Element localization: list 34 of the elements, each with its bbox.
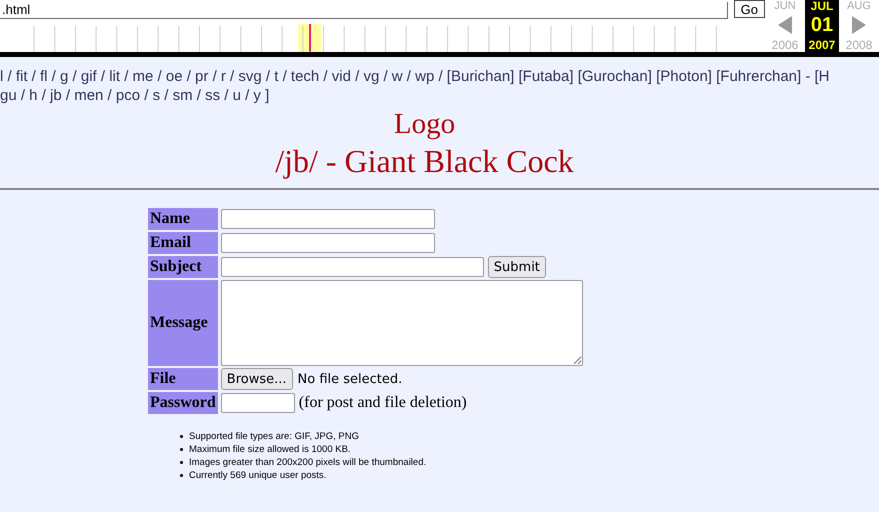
field-label: Subject — [148, 256, 218, 278]
field-label: Message — [148, 280, 218, 366]
go-button[interactable]: Go — [734, 0, 765, 18]
submit-button[interactable]: Submit — [488, 256, 546, 278]
bullet-icon — [180, 448, 183, 451]
password-note: (for post and file deletion) — [298, 394, 467, 411]
field-label: Password — [148, 392, 218, 414]
file-status: No file selected. — [298, 372, 402, 387]
password-field[interactable] — [220, 393, 295, 413]
browse-button[interactable]: Browse... — [220, 368, 293, 390]
rule-text: Maximum file size allowed is 1000 KB. — [189, 443, 351, 456]
board-navigation-links[interactable]: l / fit / fl / g / gif / lit / me / oe / pr / r / svg / t / tech / vid / vg / w / wp / [Burichan] [Futaba] [Gurochan] [Photon] [Fuhrerchan] - [H — [0, 67, 879, 86]
board-navigation-links[interactable]: gu / h / jb / men / pco / s / sm / ss / u / y ] — [0, 86, 879, 105]
field-label: File — [148, 368, 218, 390]
month-label: JUL — [810, 0, 834, 12]
text-field[interactable] — [220, 209, 435, 229]
url-field[interactable]: .html — [0, 2, 728, 19]
previous-arrow-icon[interactable] — [778, 16, 792, 34]
year-label: 2007 — [808, 38, 836, 52]
bullet-icon — [180, 474, 183, 477]
bullet-icon — [180, 461, 183, 464]
field-label: Name — [148, 208, 218, 230]
day-number: 01 — [810, 15, 834, 35]
rule-text: Supported file types are: GIF, JPG, PNG — [189, 430, 360, 443]
subject-field[interactable] — [220, 257, 484, 277]
next-arrow-icon[interactable] — [852, 16, 866, 34]
field-label: Email — [148, 232, 218, 254]
rule-text: Images greater than 200x200 pixels will be thumbnailed. — [189, 456, 426, 469]
message-field[interactable] — [220, 280, 583, 366]
rule-text: Currently 569 unique user posts. — [189, 469, 326, 482]
logo-text: Logo — [392, 108, 456, 141]
bullet-icon — [180, 435, 183, 438]
board-title: /jb/ - Giant Black Cock — [274, 143, 575, 180]
text-field[interactable] — [220, 233, 435, 253]
